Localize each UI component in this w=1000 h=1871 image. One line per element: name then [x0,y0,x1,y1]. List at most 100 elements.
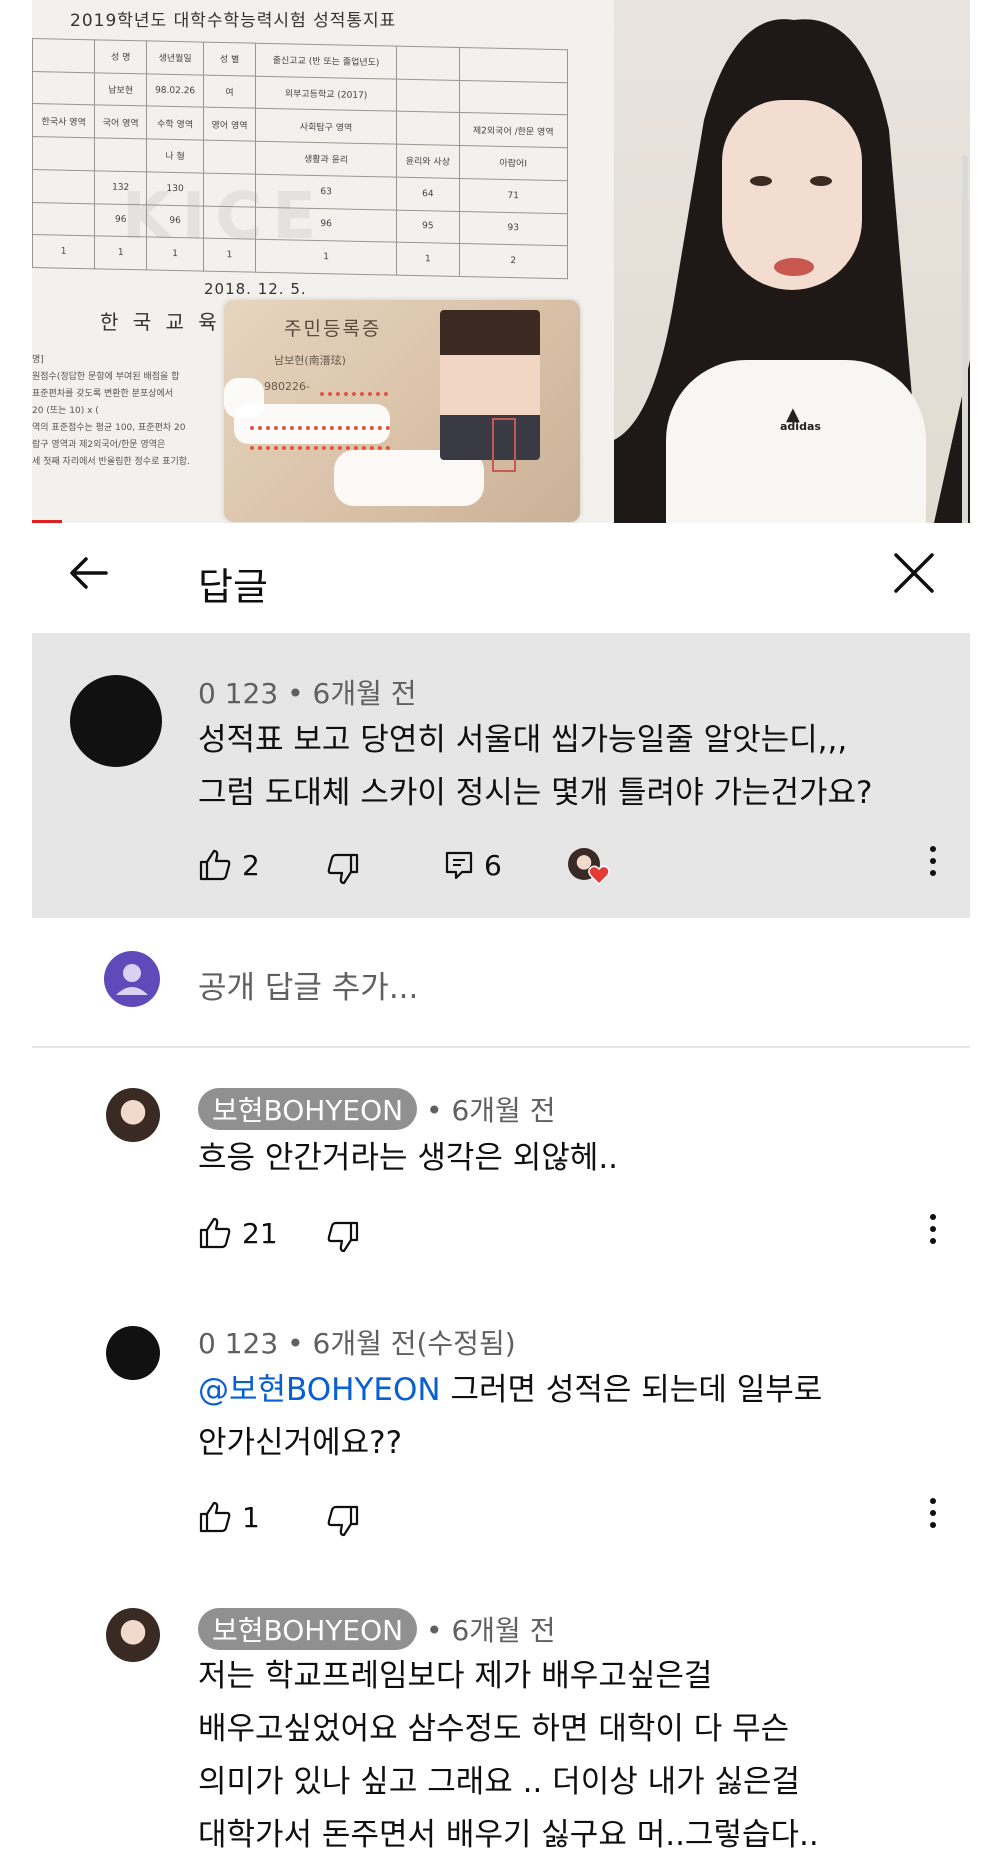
reply-count: 6 [484,849,502,882]
seal-stamp [492,418,516,472]
creator-badge[interactable]: 보현BOHYEON [198,1088,418,1130]
like-icon[interactable] [198,1500,232,1534]
video-player[interactable]: 2019학년도 대학수학능력시험 성적통지표 성 명 생년월일 성 별 출신고교 (반… [32,0,970,523]
score-table-cell: 출신고교 (반 또는 졸업년도) [255,43,397,79]
id-card-number: 980226- [264,380,310,393]
score-report-document: 2019학년도 대학수학능력시험 성적통지표 성 명 생년월일 성 별 출신고교 (반… [32,0,614,523]
score-table-cell: 71 [459,178,568,214]
heart-icon [588,864,610,886]
comment-meta: 0 123 • 6개월 전 [198,677,417,710]
comment-author[interactable]: 0 123 [198,1327,278,1360]
score-table-cell: 1 [32,234,95,269]
score-table-cell: 수학 영역 [146,106,204,141]
avatar[interactable] [106,1088,160,1142]
comment-line: 안가신거에요?? [198,1425,403,1461]
comment-line: 배우고싶었어요 삼수정도 하면 대학이 다 무슨 [198,1711,790,1747]
score-table-cell: 성 별 [203,42,256,76]
comment-time: 6개월 전(수정됨) [312,1327,516,1360]
comment-meta: 보현BOHYEON • 6개월 전 [198,1608,555,1650]
score-table-cell: 남보현 [94,72,147,107]
comment-text: 성적표 보고 당연히 서울대 씹가능일줄 알앗는디,,, 그럼 도대체 스카이 … [198,714,873,820]
dislike-icon[interactable] [326,1504,360,1538]
reply-input[interactable]: 공개 답글 추가... [198,962,418,1007]
comment-meta: 보현BOHYEON • 6개월 전 [198,1088,555,1130]
score-table-cell: 64 [396,176,459,211]
creator-badge[interactable]: 보현BOHYEON [198,1608,418,1650]
comment-line: 대학가서 돈주면서 배우기 싫구요 머..그렇습다.. [198,1817,819,1853]
score-table-cell [396,46,459,81]
score-table-cell [459,80,568,116]
score-table-cell: 98.02.26 [146,73,204,108]
scrollbar[interactable] [962,155,968,555]
comment-line: 의미가 있나 싶고 그래요 .. 더이상 내가 싫은걸 [198,1764,801,1800]
comment-line: 저는 학교프레임보다 제가 배우고싶은걸 [198,1658,713,1694]
comment-author[interactable]: 0 123 [198,677,278,710]
avatar[interactable] [70,675,162,767]
comment-text: @보현BOHYEON 그러면 성적은 되는데 일부로 안가신거에요?? [198,1364,822,1470]
id-card: 주민등록증 남보현(南潽玹) 980226- [224,300,580,522]
document-notes: 명] 원점수(정답한 문항에 부여된 배점을 합 표준편차를 갖도록 변환한 분… [32,355,190,467]
comment-text: 저는 학교프레임보다 제가 배우고싶은걸 배우고싶었어요 삼수정도 하면 대학이… [198,1650,819,1862]
score-table-cell: 여 [203,74,256,109]
like-count: 21 [242,1217,278,1250]
id-card-title: 주민등록증 [284,318,382,340]
score-table-cell: 국어 영역 [94,105,147,140]
comment-meta: 0 123 • 6개월 전(수정됨) [198,1327,516,1360]
more-options-icon[interactable] [928,1214,938,1254]
shirt-logo: adidas [780,420,821,433]
id-card-photo [440,310,540,460]
score-table-cell [32,71,95,106]
reply-icon[interactable] [444,850,474,880]
id-card-name: 남보현(南潽玹) [274,354,346,367]
like-count: 2 [242,849,260,882]
arrow-left-icon[interactable] [62,545,118,601]
avatar[interactable] [106,1608,160,1662]
right-eye [810,176,832,186]
score-table-cell: 93 [459,210,568,246]
more-options-icon[interactable] [928,846,938,886]
user-avatar [104,951,160,1007]
comment-line: 그럼 도대체 스카이 정시는 몇개 틀려야 가는건가요? [198,775,873,811]
score-table-cell: 1 [396,242,459,277]
score-table-cell: 영어 영역 [203,107,256,142]
replies-header: 답글 [0,523,1000,633]
avatar[interactable] [106,1326,160,1380]
score-table-cell: 외부고등학교 (2017) [255,75,397,112]
score-table-cell [203,140,256,174]
score-table-cell [32,136,95,171]
comment-text: 흐응 안간거라는 생각은 외않헤.. [198,1132,618,1185]
score-table-cell [396,78,459,113]
score-table-cell: 윤리와 사상 [396,144,459,179]
redaction-scribble [250,438,390,450]
comment-line-text: 그러면 성적은 되는데 일부로 [440,1372,823,1408]
more-options-icon[interactable] [928,1498,938,1538]
comment-line: 흐응 안간거라는 생각은 외않헤.. [198,1140,619,1176]
comment-time: 6개월 전 [451,1614,556,1647]
document-title: 2019학년도 대학수학능력시험 성적통지표 [70,11,397,31]
dislike-icon[interactable] [326,852,360,886]
score-table-cell: 생활과 윤리 [255,141,397,177]
score-table-cell: 95 [396,209,459,244]
score-table-cell: 성 명 [94,39,147,74]
score-table-cell [32,202,95,237]
comment-line: 성적표 보고 당연히 서울대 씹가능일줄 알앗는디,,, [198,722,848,758]
score-table-cell [94,137,147,172]
lips [774,258,814,276]
dislike-icon[interactable] [326,1220,360,1254]
score-table-cell: 생년월일 [146,40,204,75]
like-count: 1 [242,1501,260,1534]
score-table-cell: 제2외국어 /한문 영역 [459,112,568,148]
score-table-cell [32,38,95,73]
redaction-scribble [320,384,388,396]
like-icon[interactable] [198,1216,232,1250]
score-table-cell [32,169,95,204]
document-issuer: 한 국 교 육 [100,310,221,334]
score-table-cell: 사회탐구 영역 [255,108,397,145]
mention-link[interactable]: @보현BOHYEON [198,1372,441,1408]
left-eye [750,176,772,186]
like-icon[interactable] [198,848,232,882]
score-table-cell: 나 형 [146,139,204,173]
close-icon[interactable] [886,545,942,601]
comment-time: 6개월 전 [312,677,417,710]
score-table-cell: 한국사 영역 [32,103,95,138]
